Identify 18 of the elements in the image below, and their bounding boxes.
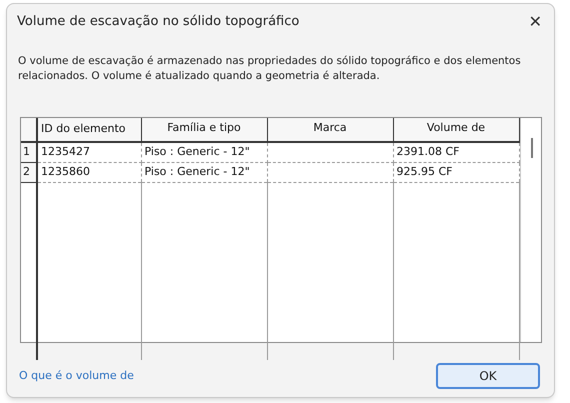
scrollbar-thumb[interactable] <box>530 138 532 158</box>
table-cell: 1235427 <box>37 142 141 162</box>
table-cell: 2391.08 CF <box>393 142 519 162</box>
close-button[interactable]: ✕ <box>528 14 542 30</box>
ok-button[interactable]: OK <box>436 363 540 389</box>
column-header[interactable]: Marca <box>267 118 393 142</box>
window-title: Volume de escavação no sólido topográfico <box>17 13 300 32</box>
table-cell: 1235860 <box>37 162 141 182</box>
column-header[interactable]: ID do elemento <box>37 118 141 142</box>
column-header[interactable]: Volume de <box>393 118 519 142</box>
table-cell: Piso : Generic - 12" <box>141 142 267 162</box>
row-number: 2 <box>21 162 37 182</box>
table-cell: Piso : Generic - 12" <box>141 162 267 182</box>
column-header[interactable]: Família e tipo <box>141 118 267 142</box>
description-text: O volume de escavação é armazenado nas propriedades do sólido topográfico e dos elementos relacionados. O volume é atualizado quando a geometria é alterada. <box>18 54 522 84</box>
table-cell: 925.95 CF <box>393 162 519 182</box>
row-number: 1 <box>21 142 37 162</box>
help-link[interactable]: O que é o volume de <box>19 368 134 384</box>
